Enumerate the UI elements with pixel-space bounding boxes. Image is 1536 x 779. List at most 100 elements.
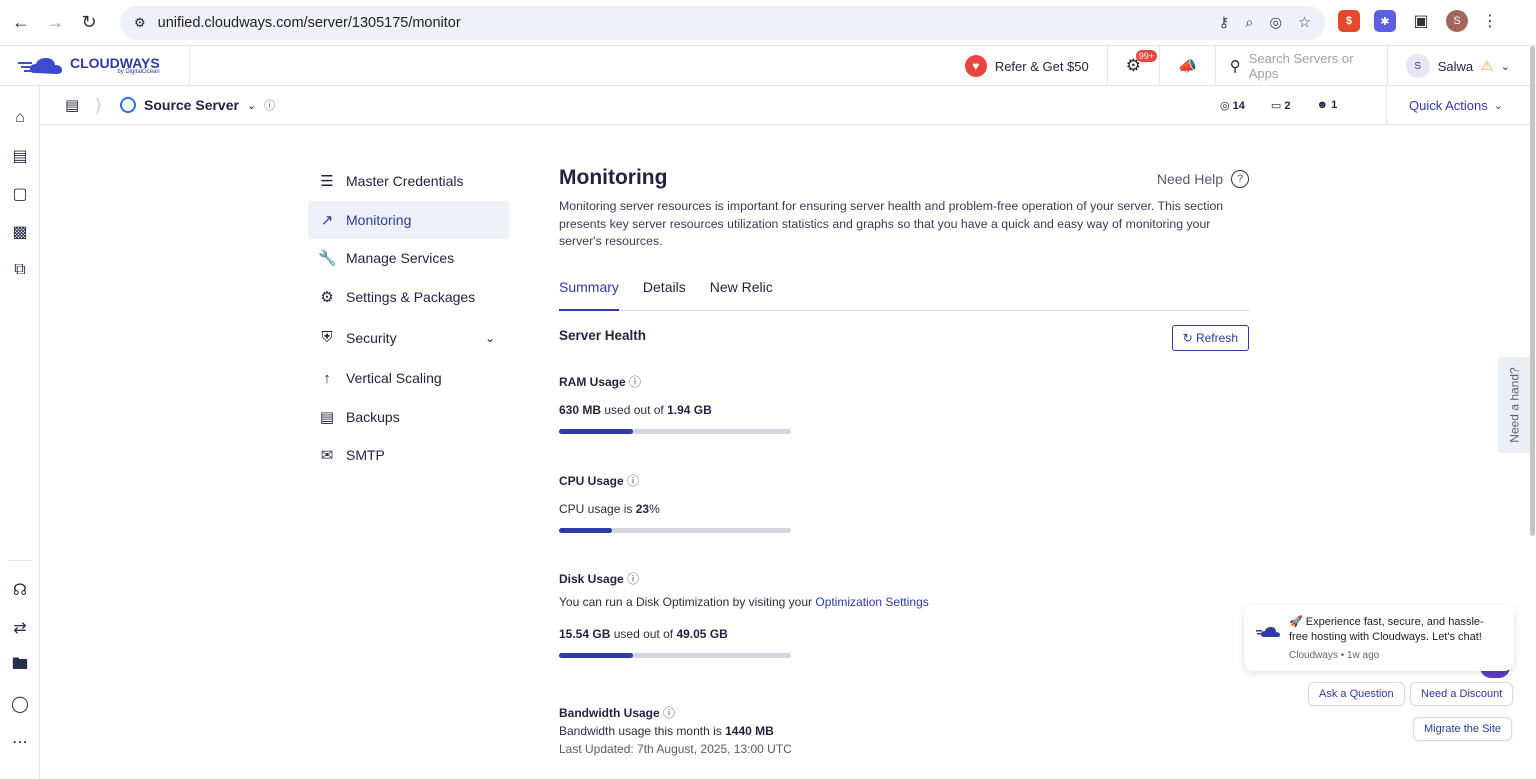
server-status-icon [120, 97, 136, 113]
projects-count[interactable]: ▭ 2 [1271, 99, 1291, 112]
refresh-button[interactable]: ↻ Refresh [1171, 325, 1249, 351]
applications-icon[interactable]: ▢ [8, 182, 32, 206]
www-icon: ◎ [1220, 99, 1230, 112]
user-menu[interactable]: S Salwa ⚠ ⌄ [1386, 46, 1536, 86]
megaphone-icon: 📣 [1178, 58, 1197, 75]
eye-off-icon[interactable]: ◎ [1269, 15, 1282, 31]
mail-icon: ✉ [320, 447, 334, 465]
menu-item-monitoring[interactable]: ↗ Monitoring [308, 200, 509, 239]
disk-usage-text: 15.54 GB used out of 49.05 GB [559, 627, 728, 641]
support-icon[interactable]: ☊ [8, 578, 32, 602]
menu-item-master-credentials[interactable]: ☰ Master Credentials [308, 162, 509, 201]
server-settings-icon[interactable]: ▩ [8, 220, 32, 244]
bookmark-star-icon[interactable]: ☆ [1298, 15, 1311, 31]
cloud-logo-icon [18, 57, 62, 74]
menu-item-security[interactable]: ⛨ Security ⌄ [308, 316, 509, 359]
refresh-label: Refresh [1195, 331, 1238, 345]
menu-item-manage-services[interactable]: 🔧 Manage Services [308, 239, 509, 278]
info-icon[interactable]: ⓘ [627, 572, 639, 586]
back-icon[interactable]: ← [4, 6, 38, 40]
rail-divider [8, 560, 32, 561]
menu-item-backups[interactable]: ▤ Backups [308, 398, 509, 437]
browser-menu-icon[interactable]: ⋮ [1482, 11, 1498, 31]
cpu-usage-fill [559, 528, 613, 533]
websites-count[interactable]: ◎ 14 [1220, 99, 1245, 112]
tab-details[interactable]: Details [643, 277, 686, 310]
notification-badge: 99+ [1135, 50, 1158, 62]
migrate-site-button[interactable]: Migrate the Site [1413, 717, 1513, 741]
need-help-label: Need Help [1156, 171, 1223, 187]
zoom-icon[interactable]: ⌕ [1245, 15, 1253, 31]
tab-new-relic[interactable]: New Relic [710, 277, 773, 310]
profile-avatar[interactable]: S [1446, 10, 1468, 32]
apps-grid-icon[interactable]: ⋯ [8, 730, 32, 754]
disk-optimization-hint: You can run a Disk Optimization by visit… [559, 595, 929, 609]
browser-toolbar: ← → ↻ ⚙ unified.cloudways.com/server/130… [0, 0, 1536, 46]
info-icon[interactable]: ⓘ [629, 375, 641, 389]
page-scrollbar[interactable] [1530, 46, 1535, 536]
bot-icon: ⚙ 99+ [1126, 50, 1158, 76]
shield-icon: ⛨ [321, 329, 333, 346]
key-icon[interactable]: ⚷ [1219, 15, 1230, 31]
chat-message-card[interactable]: 🚀 Experience fast, secure, and hassle-fr… [1244, 605, 1514, 671]
menu-item-label: Backups [346, 408, 400, 425]
chevron-down-icon: ⌄ [246, 99, 257, 112]
servers-icon[interactable]: ▤ [8, 144, 32, 168]
info-icon[interactable]: ⓘ [264, 97, 275, 113]
refresh-icon: ↻ [1182, 331, 1193, 345]
need-a-hand-label: Need a hand? [1508, 367, 1522, 443]
server-list-icon[interactable]: ▤ [65, 96, 79, 114]
ram-usage-bar [559, 429, 791, 434]
address-bar[interactable]: ⚙ unified.cloudways.com/server/1305175/m… [120, 6, 1325, 40]
info-icon[interactable]: ⓘ [627, 474, 639, 488]
need-help-link[interactable]: Need Help ? [1157, 170, 1249, 188]
help-icon: ? [1231, 170, 1249, 188]
notifications-button[interactable]: ⚙ 99+ [1106, 46, 1159, 86]
need-discount-button[interactable]: Need a Discount [1410, 682, 1514, 706]
seo-extension-icon[interactable]: $ [1338, 10, 1360, 32]
tab-bar: Summary Details New Relic [559, 277, 1249, 311]
menu-item-vertical-scaling[interactable]: ↑ Vertical Scaling [308, 359, 509, 398]
team-icon[interactable]: ⇄ [8, 616, 32, 640]
migration-icon[interactable]: ⧉ [8, 258, 32, 282]
tab-summary[interactable]: Summary [559, 277, 619, 311]
app-header: CLOUDWAYS by DigitalOcean ♥ Refer & Get … [0, 45, 1536, 86]
extension-icon[interactable]: ✱ [1374, 10, 1396, 32]
refer-button[interactable]: ♥ Refer & Get $50 [947, 46, 1107, 86]
reload-icon[interactable]: ↻ [72, 6, 106, 40]
wrench-icon: 🔧 [318, 250, 337, 268]
folder-icon: ▭ [1270, 99, 1282, 112]
chat-meta: Cloudways • 1w ago [1289, 650, 1380, 661]
need-a-hand-tab[interactable]: Need a hand? [1498, 357, 1532, 453]
server-selector[interactable]: Source Server ⌄ ⓘ [120, 97, 275, 113]
chat-message-text: 🚀 Experience fast, secure, and hassle-fr… [1289, 616, 1484, 643]
quick-actions-label: Quick Actions [1409, 97, 1488, 113]
projects-folder-icon[interactable]: 🖿 [8, 654, 32, 678]
billing-icon[interactable]: ◯ [8, 692, 32, 716]
url-text[interactable]: unified.cloudways.com/server/1305175/mon… [158, 15, 461, 31]
site-settings-icon[interactable]: ⚙ [134, 15, 146, 31]
users-count[interactable]: ☻ 1 [1317, 99, 1338, 112]
ask-question-button[interactable]: Ask a Question [1308, 682, 1405, 706]
user-icon: ☻ [1316, 98, 1329, 111]
list-icon: ☰ [320, 173, 334, 191]
menu-item-label: Master Credentials [346, 173, 464, 190]
refer-label: Refer & Get $50 [994, 58, 1089, 74]
home-icon[interactable]: ⌂ [8, 106, 32, 130]
info-icon[interactable]: ⓘ [663, 706, 675, 720]
chevron-down-icon: ⌄ [1493, 99, 1503, 112]
puzzle-icon[interactable]: ▣ [1410, 10, 1432, 32]
server-name: Source Server [144, 97, 239, 113]
menu-item-label: Settings & Packages [346, 288, 476, 305]
cloudways-logo[interactable]: CLOUDWAYS by DigitalOcean [0, 45, 190, 86]
quick-actions-button[interactable]: Quick Actions ⌄ [1386, 85, 1503, 125]
forward-icon[interactable]: → [38, 6, 72, 40]
menu-item-settings-packages[interactable]: ⚙ Settings & Packages [308, 278, 509, 317]
announcements-button[interactable]: 📣 [1159, 46, 1215, 86]
optimization-settings-link[interactable]: Optimization Settings [815, 595, 928, 609]
search-box[interactable]: ⚲ Search Servers or Apps [1214, 46, 1387, 86]
breadcrumb: ▤ ⟩ Source Server ⌄ ⓘ ◎ 14 ▭ 2 ☻ 1 Quick… [40, 85, 1536, 125]
menu-item-smtp[interactable]: ✉ SMTP [308, 436, 509, 475]
page-description: Monitoring server resources is important… [559, 199, 1224, 248]
ram-usage-fill [559, 429, 634, 434]
